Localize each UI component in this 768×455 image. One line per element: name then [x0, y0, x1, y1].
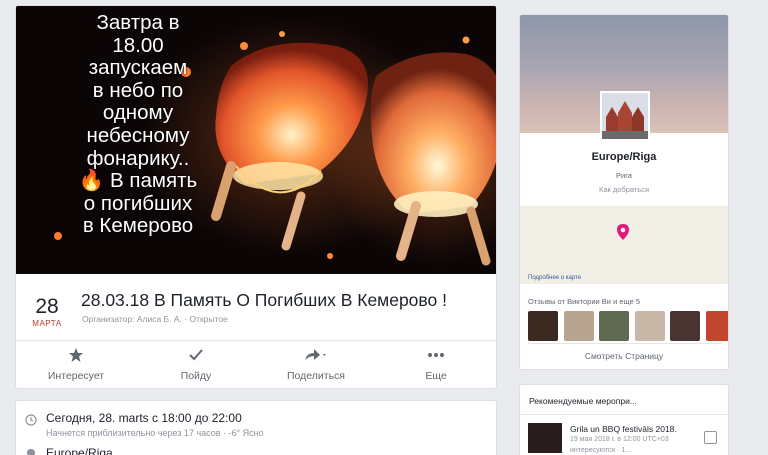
event-time-note: Начнется приблизительно через 17 часов ·… [46, 428, 264, 438]
recommended-event-interested: интересуются · 1... [570, 447, 632, 454]
friend-avatar[interactable] [563, 311, 594, 341]
map-pin-icon [616, 223, 630, 246]
event-date-day: 28 [35, 295, 59, 318]
friend-avatar[interactable] [599, 311, 629, 341]
location-pin-icon [26, 447, 36, 455]
page-name[interactable]: Europe/Riga [520, 151, 728, 163]
see-page-button[interactable]: Смотреть Страницу [520, 351, 728, 361]
share-label: Поделиться [287, 370, 345, 382]
friend-avatar[interactable] [528, 311, 558, 341]
cover-caption: Завтра в 18.00 запускаем в небо по одном… [78, 11, 198, 238]
interested-button[interactable]: Интересует [16, 346, 136, 386]
more-dots-icon [376, 346, 496, 364]
event-card: Завтра в 18.00 запускаем в небо по одном… [15, 5, 497, 389]
event-title: 28.03.18 В Память О Погибших В Кемерово … [81, 290, 447, 310]
event-organizer[interactable]: Организатор: Алиса Б. А. · Открытое [82, 314, 228, 324]
friend-avatar[interactable] [705, 311, 728, 341]
event-time: Сегодня, 28. marts с 18:00 до 22:00 [46, 411, 242, 425]
recommended-event-title[interactable]: Grila un BBQ festivāls 2018. [570, 424, 677, 434]
event-date-month: МАРТА [32, 319, 62, 328]
recommended-title: Рекомендуемые меропри... [529, 396, 637, 406]
divider [16, 340, 496, 341]
checkmark-icon [136, 346, 256, 364]
more-label: Еще [425, 370, 447, 382]
recommended-event-date: 19 мая 2018 г. в 12:00 UTC+03 [570, 436, 669, 443]
event-date: 28 МАРТА [28, 295, 66, 329]
star-icon [16, 346, 136, 364]
location-page-card: Europe/Riga Рига Как добраться Подробнее… [519, 14, 729, 370]
event-location[interactable]: Europe/Riga [46, 446, 113, 455]
directions-link[interactable]: Как добраться [520, 185, 728, 194]
going-label: Пойду [180, 370, 212, 382]
recommended-event-thumbnail[interactable] [528, 423, 562, 453]
page-city: Рига [616, 171, 632, 180]
divider [528, 343, 722, 344]
event-cover-photo[interactable]: Завтра в 18.00 запускаем в небо по одном… [16, 6, 496, 274]
reviews-label[interactable]: Отзывы от Виктории Ви и еще 5 [528, 297, 640, 306]
page-avatar[interactable] [600, 91, 650, 141]
friend-avatar[interactable] [634, 311, 665, 341]
going-button[interactable]: Пойду [136, 346, 256, 386]
clock-icon [25, 413, 37, 431]
interested-label: Интересует [47, 370, 105, 382]
divider [520, 414, 728, 415]
event-actions-bar: Интересует Пойду Поделиться Еще [16, 346, 496, 386]
save-event-icon[interactable] [704, 431, 717, 444]
friend-avatars [528, 311, 728, 341]
share-button[interactable]: Поделиться [256, 346, 376, 386]
map-info-link[interactable]: Подробнее о карте [528, 275, 581, 281]
share-arrow-icon [256, 346, 376, 364]
event-details-card: Сегодня, 28. marts с 18:00 до 22:00 Начн… [15, 400, 497, 455]
friend-avatar[interactable] [670, 311, 700, 341]
recommended-events-card: Рекомендуемые меропри... Grila un BBQ fe… [519, 384, 729, 455]
more-button[interactable]: Еще [376, 346, 496, 386]
